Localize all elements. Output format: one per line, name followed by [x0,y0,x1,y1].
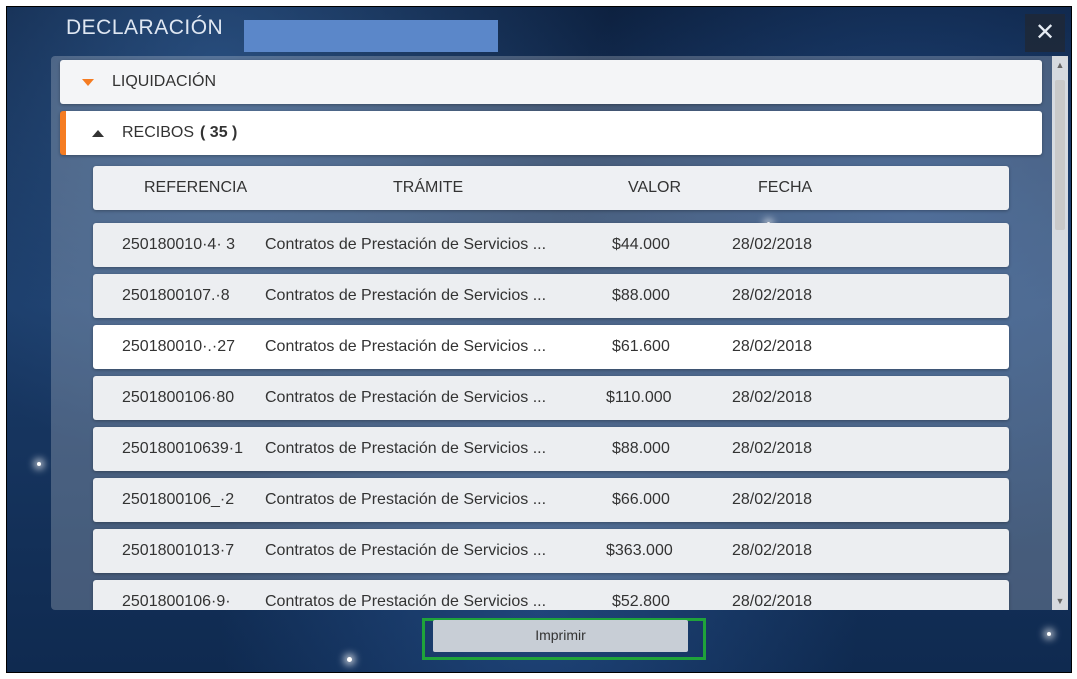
table-row[interactable]: 250180010639·1 Contratos de Prestación d… [93,427,1009,471]
header-fecha: FECHA [758,179,813,196]
table-row[interactable]: 250180010·.·27 Contratos de Prestación d… [93,325,1009,369]
cell-valor: $66.000 [612,491,670,508]
table-row[interactable]: 25018001013·7 Contratos de Prestación de… [93,529,1009,573]
vertical-scrollbar[interactable]: ▲ ▼ [1052,56,1068,610]
table-row[interactable]: 2501800106·80 Contratos de Prestación de… [93,376,1009,420]
cell-tramite: Contratos de Prestación de Servicios ... [265,593,547,610]
cell-tramite: Contratos de Prestación de Servicios ... [265,338,547,355]
scroll-down-icon[interactable]: ▼ [1052,594,1068,608]
cell-valor: $363.000 [606,542,673,559]
cell-referencia: 2501800107.·8 [122,287,230,304]
cell-fecha: 28/02/2018 [732,491,813,508]
cell-tramite: Contratos de Prestación de Servicios ... [265,491,547,508]
cell-fecha: 28/02/2018 [732,236,813,253]
header-referencia: REFERENCIA [144,179,248,196]
cell-referencia: 2501800106·80 [122,389,235,406]
cell-referencia: 2501800106_·2 [122,491,235,508]
cell-tramite: Contratos de Prestación de Servicios ... [265,542,547,559]
cell-valor: $61.600 [612,338,670,355]
cell-valor: $88.000 [612,440,670,457]
table-row[interactable]: 2501800106·9· Contratos de Prestación de… [93,580,1009,610]
star-decoration [347,657,352,662]
table-row[interactable]: 2501800106_·2 Contratos de Prestación de… [93,478,1009,522]
cell-fecha: 28/02/2018 [732,338,813,355]
print-button[interactable]: Imprimir [433,620,688,652]
cell-tramite: Contratos de Prestación de Servicios ... [265,287,547,304]
cell-tramite: Contratos de Prestación de Servicios ... [265,236,547,253]
cell-fecha: 28/02/2018 [732,389,813,406]
cell-fecha: 28/02/2018 [732,287,813,304]
table-row[interactable]: 250180010·4· 3 Contratos de Prestación d… [93,223,1009,267]
scroll-up-icon[interactable]: ▲ [1052,58,1068,72]
table-header: REFERENCIA TRÁMITE VALOR FECHA [93,166,1009,210]
cell-fecha: 28/02/2018 [732,542,813,559]
cell-fecha: 28/02/2018 [732,593,813,610]
cell-tramite: Contratos de Prestación de Servicios ... [265,440,547,457]
cell-referencia: 250180010639·1 [122,440,244,457]
cell-referencia: 250180010·4· 3 [122,236,235,253]
star-decoration [1047,632,1051,636]
receipts-list: REFERENCIA TRÁMITE VALOR FECHA 250180010… [0,0,1077,610]
header-valor: VALOR [628,179,682,196]
cell-referencia: 2501800106·9· [122,593,231,610]
scrollbar-thumb[interactable] [1055,80,1065,230]
cell-valor: $88.000 [612,287,670,304]
cell-valor: $110.000 [606,389,672,406]
cell-referencia: 250180010·.·27 [122,338,235,355]
cell-referencia: 25018001013·7 [122,542,235,559]
cell-tramite: Contratos de Prestación de Servicios ... [265,389,547,406]
table-row[interactable]: 2501800107.·8 Contratos de Prestación de… [93,274,1009,318]
cell-valor: $44.000 [612,236,670,253]
header-tramite: TRÁMITE [393,179,464,196]
cell-fecha: 28/02/2018 [732,440,813,457]
cell-valor: $52.800 [612,593,670,610]
